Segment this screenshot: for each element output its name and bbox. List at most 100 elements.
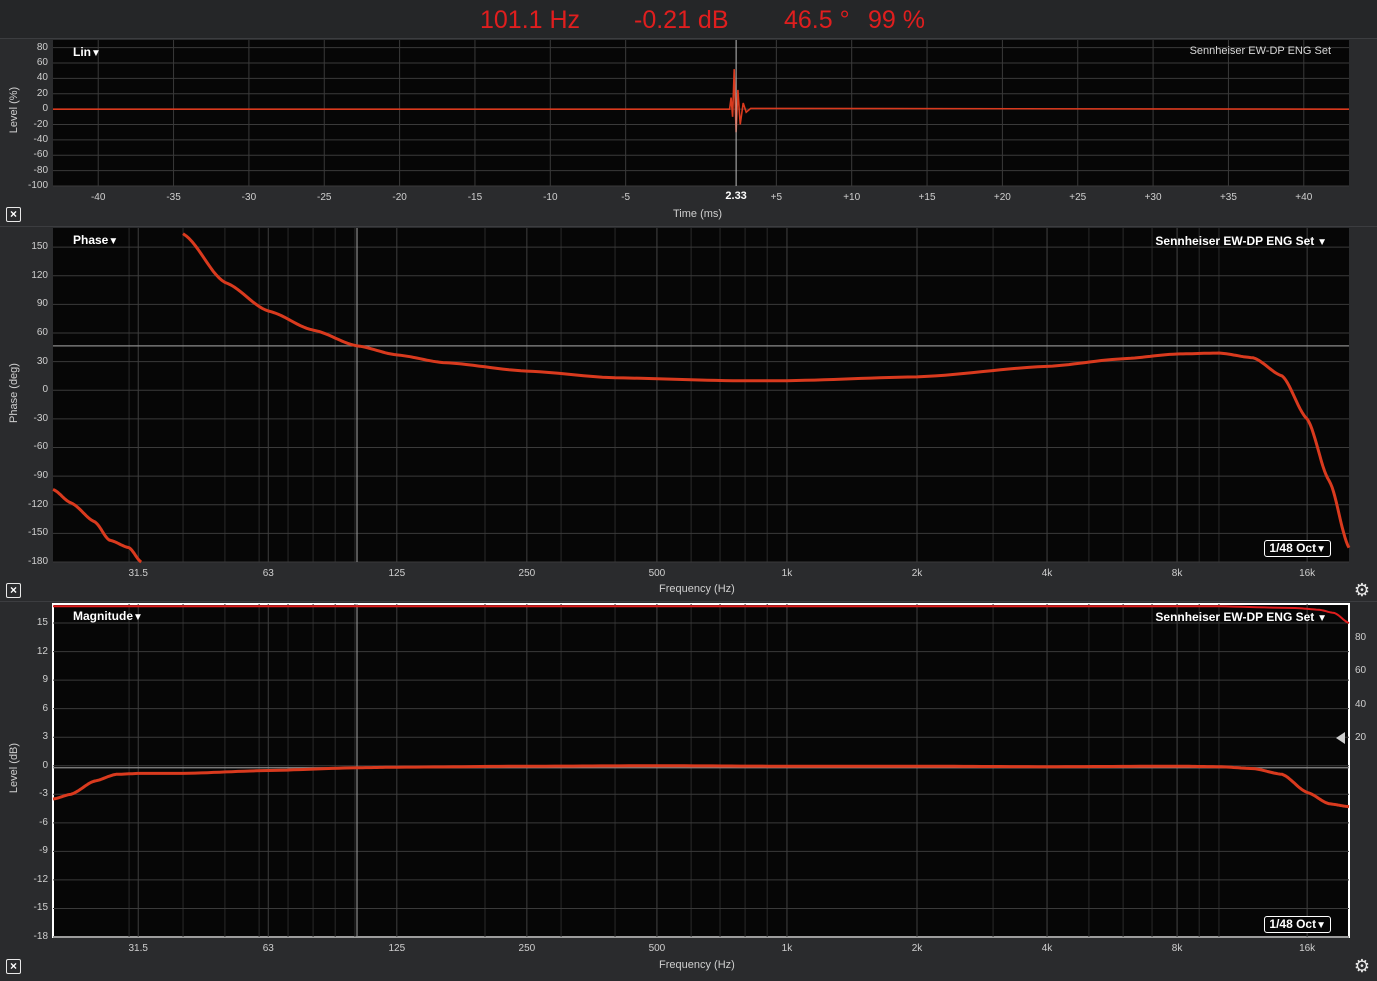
coherence-tick-label: 80 — [1355, 632, 1367, 643]
x-tick-label: +5 — [770, 192, 783, 203]
x-tick-label: 16k — [1299, 568, 1316, 579]
x-tick-label: 4k — [1041, 568, 1053, 579]
x-tick-label: 1k — [781, 568, 793, 579]
phase-device-label: Sennheiser EW-DP ENG Set — [1155, 234, 1315, 248]
coherence-tick-label: 20 — [1355, 732, 1367, 743]
x-tick-label: -5 — [621, 192, 631, 203]
phase-panel: Phase▼ Sennheiser EW-DP ENG Set ▼ 1/48 O… — [0, 226, 1377, 602]
y-tick-label: 12 — [36, 645, 48, 657]
phase-device-selector[interactable]: Sennheiser EW-DP ENG Set ▼ — [1155, 234, 1327, 248]
x-tick-label: -15 — [467, 192, 483, 203]
impulse-mode-label: Lin — [73, 45, 91, 59]
x-tick-label: +15 — [918, 192, 936, 203]
dropdown-triangle-icon: ▼ — [1316, 920, 1326, 931]
readout-phase: 46.5 ° — [784, 6, 850, 34]
close-icon[interactable]: × — [6, 583, 21, 598]
y-tick-label: -80 — [33, 164, 48, 176]
x-tick-label: -35 — [166, 192, 181, 203]
x-tick-label: -20 — [392, 192, 407, 203]
y-tick-label: 9 — [42, 674, 48, 686]
close-icon[interactable]: × — [6, 959, 21, 974]
phase-mode-selector[interactable]: Phase▼ — [73, 233, 118, 247]
phase-trace-1 — [52, 488, 143, 564]
magnitude-plot-area[interactable]: Magnitude▼ Sennheiser EW-DP ENG Set ▼ 1/… — [52, 603, 1350, 938]
dropdown-triangle-icon: ▼ — [133, 612, 143, 623]
phase-mode-label: Phase — [73, 233, 109, 247]
magnitude-device-selector[interactable]: Sennheiser EW-DP ENG Set ▼ — [1155, 610, 1327, 624]
y-tick-label: -150 — [27, 527, 48, 539]
cursor-readout-bar: 101.1 Hz -0.21 dB 46.5 ° 99 % — [0, 0, 1377, 39]
x-tick-label: 250 — [518, 568, 536, 579]
magnitude-panel: Magnitude▼ Sennheiser EW-DP ENG Set ▼ 1/… — [0, 601, 1377, 981]
y-tick-label: -60 — [33, 441, 48, 453]
y-tick-label: -9 — [39, 845, 48, 857]
magnitude-device-label: Sennheiser EW-DP ENG Set — [1155, 610, 1315, 624]
dropdown-triangle-icon: ▼ — [1314, 237, 1327, 248]
x-tick-label: +25 — [1069, 192, 1087, 203]
x-tick-label: 8k — [1171, 943, 1183, 954]
x-tick-label: 63 — [262, 943, 274, 954]
y-tick-label: -15 — [33, 902, 48, 914]
impulse-mode-selector[interactable]: Lin▼ — [73, 45, 101, 59]
dropdown-triangle-icon: ▼ — [1314, 613, 1327, 624]
phase-smoothing-label: 1/48 Oct — [1269, 541, 1317, 555]
readout-level: -0.21 dB — [634, 6, 729, 34]
x-tick-label: +30 — [1144, 192, 1162, 203]
x-tick-label: 500 — [648, 943, 666, 954]
y-tick-label: 80 — [36, 41, 48, 53]
coherence-scale-handle[interactable] — [1336, 732, 1345, 744]
x-tick-label: +35 — [1219, 192, 1237, 203]
x-tick-label: +20 — [993, 192, 1011, 203]
y-tick-label: -90 — [33, 470, 48, 482]
x-tick-label: 4k — [1041, 943, 1053, 954]
phase-chart — [52, 228, 1351, 564]
coherence-tick-label: 40 — [1355, 698, 1367, 710]
magnitude-trace — [52, 764, 1350, 809]
x-tick-label: +40 — [1295, 192, 1313, 203]
x-tick-label: +10 — [843, 192, 861, 203]
x-tick-label: 125 — [388, 568, 406, 579]
impulse-device-label: Sennheiser EW-DP ENG Set — [1189, 45, 1331, 57]
x-tick-label: 63 — [262, 568, 274, 579]
x-tick-label: 31.5 — [128, 943, 148, 954]
impulse-y-axis-label: Level (%) — [8, 86, 20, 134]
gear-icon[interactable]: ⚙ — [1353, 581, 1371, 599]
y-tick-label: -18 — [33, 931, 48, 942]
magnitude-y-axis-label: Level (dB) — [8, 742, 20, 794]
magnitude-smoothing-selector[interactable]: 1/48 Oct▼ — [1264, 916, 1331, 933]
impulse-x-axis-label: Time (ms) — [673, 208, 723, 220]
x-tick-label: 2k — [911, 943, 923, 954]
x-tick-label: -10 — [543, 192, 558, 203]
impulse-plot-area[interactable]: Lin▼ Sennheiser EW-DP ENG Set — [53, 40, 1350, 187]
dropdown-triangle-icon: ▼ — [1316, 544, 1326, 555]
phase-smoothing-selector[interactable]: 1/48 Oct▼ — [1264, 540, 1331, 557]
magnitude-chart — [52, 604, 1350, 938]
y-tick-label: 150 — [31, 241, 48, 253]
x-tick-label: 8k — [1171, 568, 1183, 579]
readout-coherence: 99 % — [868, 6, 925, 34]
magnitude-smoothing-label: 1/48 Oct — [1269, 917, 1317, 931]
y-tick-label: -120 — [27, 498, 48, 510]
y-tick-label: -100 — [27, 180, 48, 191]
gear-icon[interactable]: ⚙ — [1353, 957, 1371, 975]
readout-frequency: 101.1 Hz — [480, 6, 581, 34]
y-tick-label: 6 — [42, 702, 48, 714]
close-icon[interactable]: × — [6, 207, 21, 222]
magnitude-x-axis-label: Frequency (Hz) — [659, 959, 735, 971]
y-tick-label: -6 — [39, 816, 48, 828]
coherence-tick-label: 60 — [1355, 665, 1367, 677]
y-tick-label: 60 — [36, 326, 48, 338]
dropdown-triangle-icon: ▼ — [91, 48, 101, 59]
magnitude-mode-selector[interactable]: Magnitude▼ — [73, 609, 143, 623]
x-tick-label: -25 — [317, 192, 332, 203]
phase-y-axis-label: Phase (deg) — [8, 363, 20, 423]
x-tick-label: 250 — [518, 943, 536, 954]
y-tick-label: 15 — [36, 617, 48, 629]
x-tick-label: -40 — [90, 192, 106, 203]
y-tick-label: 60 — [36, 57, 48, 69]
phase-plot-area[interactable]: Phase▼ Sennheiser EW-DP ENG Set ▼ 1/48 O… — [52, 228, 1351, 564]
x-tick-label: 1k — [781, 943, 793, 954]
y-tick-label: -12 — [33, 873, 48, 885]
x-tick-label: 16k — [1299, 943, 1316, 954]
x-tick-label: 125 — [388, 943, 406, 954]
